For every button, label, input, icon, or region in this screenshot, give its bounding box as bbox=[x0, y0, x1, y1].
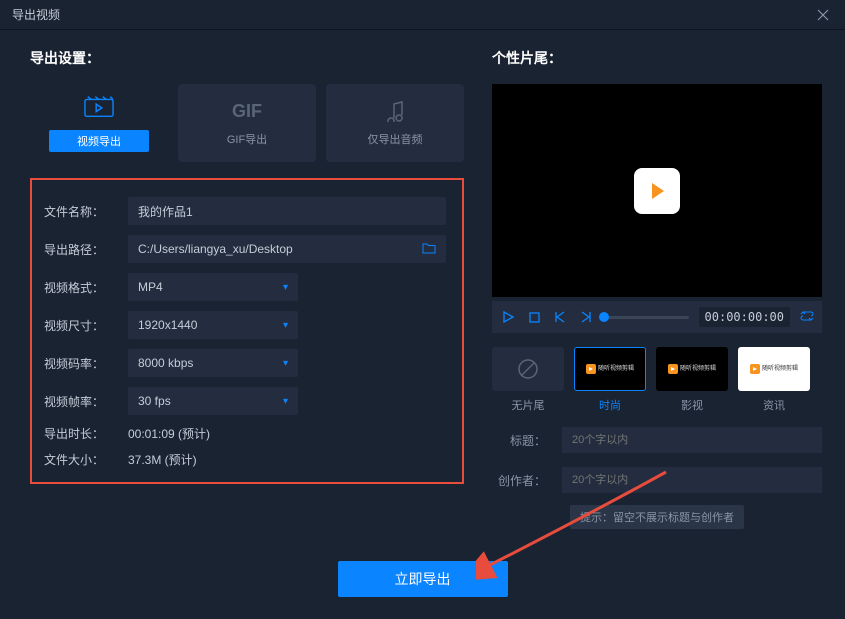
outro-news-label: 资讯 bbox=[738, 397, 810, 413]
filename-label: 文件名称： bbox=[44, 203, 114, 220]
chevron-down-icon: ▾ bbox=[283, 358, 288, 369]
next-button[interactable] bbox=[578, 309, 594, 325]
export-button[interactable]: 立即导出 bbox=[338, 561, 508, 597]
outro-heading: 个性片尾： bbox=[492, 48, 822, 68]
size-label: 视频尺寸： bbox=[44, 317, 114, 334]
author-label: 创作者： bbox=[492, 472, 546, 489]
title-label: 标题： bbox=[492, 432, 546, 449]
duration-label: 导出时长： bbox=[44, 425, 114, 442]
outro-movie[interactable]: 随听视频剪辑 bbox=[656, 347, 728, 391]
size-value: 1920x1440 bbox=[138, 318, 197, 332]
outro-options: 随听视频剪辑 随听视频剪辑 随听视频剪辑 bbox=[492, 347, 822, 391]
format-select[interactable]: MP4 ▾ bbox=[128, 273, 298, 301]
close-button[interactable] bbox=[813, 5, 833, 25]
audio-export-icon bbox=[380, 99, 410, 123]
chevron-down-icon: ▾ bbox=[283, 320, 288, 331]
stop-button[interactable] bbox=[526, 309, 542, 325]
fps-label: 视频帧率： bbox=[44, 393, 114, 410]
tab-gif-label: GIF导出 bbox=[227, 131, 267, 147]
timecode: 00:00:00:00 bbox=[699, 307, 790, 327]
player-controls: 00:00:00:00 bbox=[492, 301, 822, 333]
format-tabs: 视频导出 GIF GIF导出 仅导出音频 bbox=[30, 84, 464, 162]
progress-slider[interactable] bbox=[604, 316, 689, 319]
prev-button[interactable] bbox=[552, 309, 568, 325]
filename-input[interactable] bbox=[128, 197, 446, 225]
slider-thumb[interactable] bbox=[599, 312, 609, 322]
tab-gif-export[interactable]: GIF GIF导出 bbox=[178, 84, 316, 162]
outro-none-label: 无片尾 bbox=[492, 397, 564, 413]
tab-audio-label: 仅导出音频 bbox=[368, 131, 423, 147]
window-title: 导出视频 bbox=[12, 6, 60, 23]
tab-audio-export[interactable]: 仅导出音频 bbox=[326, 84, 464, 162]
hint-text: 提示：留空不展示标题与创作者 bbox=[570, 505, 744, 529]
settings-panel: 文件名称： 导出路径： C:/Users/liangya_xu/Desktop … bbox=[30, 178, 464, 484]
tab-video-label: 视频导出 bbox=[49, 130, 149, 152]
play-button[interactable] bbox=[500, 309, 516, 325]
title-input[interactable] bbox=[562, 427, 822, 453]
format-label: 视频格式： bbox=[44, 279, 114, 296]
filesize-label: 文件大小： bbox=[44, 451, 114, 468]
fps-select[interactable]: 30 fps ▾ bbox=[128, 387, 298, 415]
preview-logo bbox=[634, 168, 680, 214]
bitrate-label: 视频码率： bbox=[44, 355, 114, 372]
size-select[interactable]: 1920x1440 ▾ bbox=[128, 311, 298, 339]
filename-field[interactable] bbox=[138, 204, 436, 218]
chevron-down-icon: ▾ bbox=[283, 282, 288, 293]
filesize-value: 37.3M (预计) bbox=[128, 451, 197, 468]
outro-movie-label: 影视 bbox=[656, 397, 728, 413]
export-settings-heading: 导出设置： bbox=[30, 48, 464, 68]
bitrate-value: 8000 kbps bbox=[138, 356, 193, 370]
outro-fashion-label: 时尚 bbox=[574, 397, 646, 413]
outro-news[interactable]: 随听视频剪辑 bbox=[738, 347, 810, 391]
titlebar: 导出视频 bbox=[0, 0, 845, 30]
author-input[interactable] bbox=[562, 467, 822, 493]
tab-video-export[interactable]: 视频导出 bbox=[30, 84, 168, 162]
video-export-icon bbox=[84, 94, 114, 118]
fps-value: 30 fps bbox=[138, 394, 171, 408]
format-value: MP4 bbox=[138, 280, 163, 294]
preview-player bbox=[492, 84, 822, 297]
chevron-down-icon: ▾ bbox=[283, 396, 288, 407]
path-label: 导出路径： bbox=[44, 241, 114, 258]
path-value: C:/Users/liangya_xu/Desktop bbox=[138, 242, 293, 256]
bitrate-select[interactable]: 8000 kbps ▾ bbox=[128, 349, 298, 377]
folder-icon[interactable] bbox=[422, 242, 436, 257]
duration-value: 00:01:09 (预计) bbox=[128, 425, 210, 442]
gif-export-icon: GIF bbox=[232, 99, 262, 123]
path-input[interactable]: C:/Users/liangya_xu/Desktop bbox=[128, 235, 446, 263]
outro-none[interactable] bbox=[492, 347, 564, 391]
outro-fashion[interactable]: 随听视频剪辑 bbox=[574, 347, 646, 391]
loop-button[interactable] bbox=[800, 310, 814, 325]
